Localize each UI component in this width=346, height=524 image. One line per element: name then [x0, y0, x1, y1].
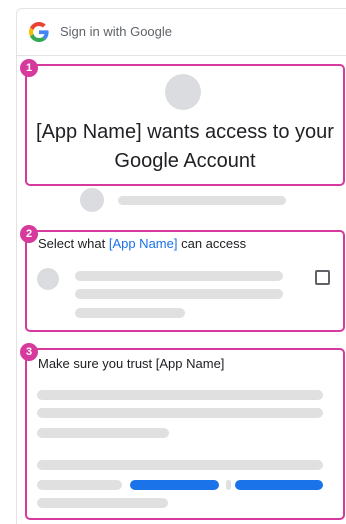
scope-text-line-1	[75, 271, 283, 281]
annotation-badge-1: 1	[20, 59, 38, 77]
privacy-policy-link[interactable]	[130, 480, 219, 490]
scope-text-line-2	[75, 289, 283, 299]
trust-text-line-2	[37, 408, 323, 418]
sign-in-header: Sign in with Google	[16, 8, 346, 56]
trust-text-line-4	[37, 460, 323, 470]
trust-text-line-1	[37, 390, 323, 400]
account-avatar	[80, 188, 104, 212]
scope-icon-placeholder	[37, 268, 59, 290]
annotation-badge-3: 3	[20, 343, 38, 361]
trust-text-line-5	[37, 480, 122, 490]
annotation-badge-2: 2	[20, 225, 38, 243]
scope-text-line-3	[75, 308, 185, 318]
google-g-icon	[29, 21, 49, 42]
app-logo-placeholder	[165, 74, 201, 110]
trust-text-line-3	[37, 428, 169, 438]
scope-checkbox[interactable]	[315, 270, 330, 285]
trust-text-line-7	[37, 498, 168, 508]
scope-title-suffix: can access	[177, 236, 247, 251]
trust-section-title: Make sure you trust [App Name]	[38, 356, 225, 371]
header-title: Sign in with Google	[60, 24, 173, 39]
terms-of-service-link[interactable]	[235, 480, 323, 490]
trust-text-line-6	[226, 480, 231, 490]
scope-section-title: Select what [App Name] can access	[38, 236, 246, 251]
account-email-placeholder	[118, 196, 286, 205]
scope-title-prefix: Select what	[38, 236, 109, 251]
scope-title-app-name: [App Name]	[108, 236, 178, 251]
consent-title: [App Name] wants access to your Google A…	[36, 121, 334, 172]
